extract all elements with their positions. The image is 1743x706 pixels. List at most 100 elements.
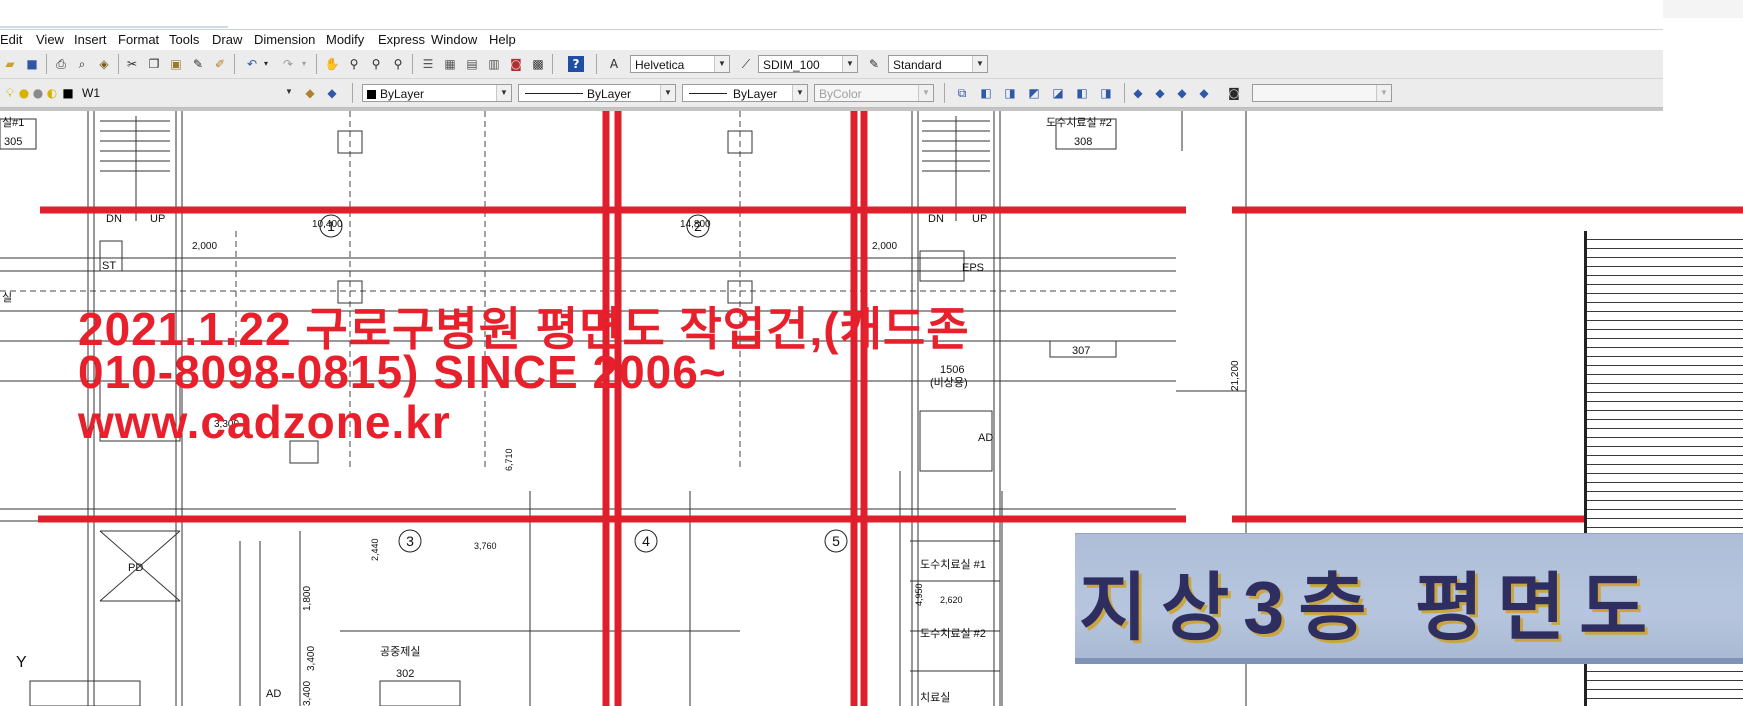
- menu-modify[interactable]: Modify: [326, 32, 364, 48]
- color-dropdown[interactable]: ByLayer ▼: [362, 84, 512, 102]
- menu-draw[interactable]: Draw: [212, 32, 242, 48]
- save-icon[interactable]: ■: [24, 56, 40, 72]
- menu-format[interactable]: Format: [118, 32, 159, 48]
- linetype-sample: [525, 93, 583, 94]
- layer-swatch-icon: ■: [62, 86, 74, 100]
- top-view-icon[interactable]: ◧: [978, 85, 994, 101]
- menu-dimension[interactable]: Dimension: [254, 32, 315, 48]
- paste-icon[interactable]: ▣: [168, 56, 184, 72]
- room-label: 도수치료실 #2: [920, 627, 986, 640]
- watermark-line-2: 010-8098-0815) SINCE 2006~: [78, 346, 727, 398]
- room-label: 실: [2, 291, 12, 304]
- room-label: 도수치료실 #1: [920, 558, 986, 571]
- match-properties-icon[interactable]: ✎: [190, 56, 206, 72]
- toolbar-separator: [316, 54, 317, 74]
- properties-icon[interactable]: ☰: [420, 56, 436, 72]
- right-view-icon[interactable]: ◪: [1050, 85, 1066, 101]
- zoom-realtime-icon[interactable]: ⚲: [346, 56, 362, 72]
- chevron-down-icon: ▼: [1376, 85, 1391, 101]
- named-views-icon[interactable]: ⧉: [954, 85, 970, 101]
- menu-edit[interactable]: Edit: [0, 32, 22, 48]
- plotstyle-value: ByColor: [819, 87, 862, 101]
- chevron-down-icon: ▼: [496, 85, 511, 101]
- menu-window[interactable]: Window: [431, 32, 477, 48]
- undo-dropdown-icon[interactable]: ▾: [258, 56, 274, 72]
- linetype-value: ByLayer: [587, 87, 632, 101]
- print-icon[interactable]: ⎙: [53, 56, 69, 72]
- plotstyle-dropdown[interactable]: ByColor ▼: [814, 84, 934, 102]
- dimension-text: 2,000: [872, 241, 897, 252]
- room-label: EPS: [962, 262, 984, 274]
- ne-iso-icon[interactable]: ◆: [1174, 85, 1190, 101]
- dimension-text: 14,800: [680, 219, 711, 230]
- publish-icon[interactable]: ◈: [96, 56, 112, 72]
- room-label: 공중제실: [380, 645, 420, 658]
- bottom-view-icon[interactable]: ◨: [1002, 85, 1018, 101]
- text-style-icon[interactable]: A: [606, 56, 622, 72]
- chevron-down-icon: ▼: [285, 87, 293, 96]
- se-iso-icon[interactable]: ◆: [1152, 85, 1168, 101]
- view-dropdown[interactable]: ▼: [1252, 84, 1392, 102]
- dim-style-icon[interactable]: ⟋: [738, 56, 754, 72]
- room-number: 305: [4, 136, 22, 148]
- menu-insert[interactable]: Insert: [74, 32, 107, 48]
- drawing-title: 지상3층 평면도: [1079, 566, 1662, 649]
- sw-iso-icon[interactable]: ◆: [1130, 85, 1146, 101]
- menu-express[interactable]: Express: [378, 32, 425, 48]
- pan-icon[interactable]: ✋: [324, 56, 340, 72]
- standard-toolbar: ▰ ■ ⎙ ⌕ ◈ ✂ ❐ ▣ ✎ ✐ ↶ ▾ ↷ ▾ ✋ ⚲ ⚲ ⚲ ☰ ▦ …: [0, 50, 1663, 79]
- drawing-title-block: 지상3층 평면도: [1075, 533, 1743, 664]
- drawing-canvas[interactable]: 1 2 3 4 5 2 실#1 305 도수치료실 #2 308 EPS 150…: [0, 111, 1743, 706]
- camera-icon[interactable]: ◙: [1226, 85, 1242, 101]
- text-style-dropdown[interactable]: Helvetica ▼: [630, 55, 730, 73]
- title-block-base: [1075, 658, 1743, 664]
- room-label: 실#1: [2, 116, 24, 129]
- lineweight-dropdown[interactable]: ByLayer ▼: [682, 84, 808, 102]
- menu-view[interactable]: View: [36, 32, 64, 48]
- layer-dropdown[interactable]: W1 ▼: [78, 84, 296, 102]
- table-style-icon[interactable]: ✎: [866, 56, 882, 72]
- open-icon[interactable]: ▰: [2, 56, 18, 72]
- zoom-previous-icon[interactable]: ⚲: [390, 56, 406, 72]
- markup-icon[interactable]: ◙: [508, 56, 524, 72]
- menu-help[interactable]: Help: [489, 32, 516, 48]
- toolbar-separator: [412, 54, 413, 74]
- nw-iso-icon[interactable]: ◆: [1196, 85, 1212, 101]
- left-view-icon[interactable]: ◩: [1026, 85, 1042, 101]
- block-editor-icon[interactable]: ✐: [212, 56, 228, 72]
- dimension-text: 6,710: [504, 448, 514, 471]
- plot-preview-icon[interactable]: ⌕: [74, 56, 90, 72]
- dim-style-value: SDIM_100: [763, 58, 820, 72]
- chevron-down-icon: ▼: [714, 56, 729, 72]
- redo-icon[interactable]: ↷: [280, 56, 296, 72]
- dimension-text: 3,760: [474, 541, 497, 551]
- layer-value: W1: [82, 86, 100, 100]
- calculator-icon[interactable]: ▩: [530, 56, 546, 72]
- layer-states-icon[interactable]: ◆: [324, 85, 340, 101]
- table-style-dropdown[interactable]: Standard ▼: [888, 55, 988, 73]
- design-center-icon[interactable]: ▦: [442, 56, 458, 72]
- linetype-dropdown[interactable]: ByLayer ▼: [518, 84, 676, 102]
- layer-previous-icon[interactable]: ◆: [302, 85, 318, 101]
- menu-bar: Edit View Insert Format Tools Draw Dimen…: [0, 29, 1663, 51]
- layer-color-icon[interactable]: ◐: [44, 85, 60, 101]
- copy-icon[interactable]: ❐: [146, 56, 162, 72]
- grid-bubble-label: 3: [406, 533, 414, 549]
- chevron-down-icon: ▼: [660, 85, 675, 101]
- menu-tools[interactable]: Tools: [169, 32, 199, 48]
- back-view-icon[interactable]: ◨: [1098, 85, 1114, 101]
- stair-label: DN: [928, 213, 944, 225]
- toolbar-separator: [118, 54, 119, 74]
- grid-bubble-label: 4: [642, 533, 650, 549]
- tool-palettes-icon[interactable]: ▤: [464, 56, 480, 72]
- toolbar-separator: [46, 54, 47, 74]
- sheet-set-icon[interactable]: ▥: [486, 56, 502, 72]
- zoom-window-icon[interactable]: ⚲: [368, 56, 384, 72]
- front-view-icon[interactable]: ◧: [1074, 85, 1090, 101]
- redo-dropdown-icon[interactable]: ▾: [296, 56, 312, 72]
- cut-icon[interactable]: ✂: [124, 56, 140, 72]
- help-icon[interactable]: ?: [568, 56, 584, 72]
- dimension-text: 21,200: [1230, 360, 1241, 391]
- dim-style-dropdown[interactable]: SDIM_100 ▼: [758, 55, 858, 73]
- color-swatch: [367, 90, 376, 99]
